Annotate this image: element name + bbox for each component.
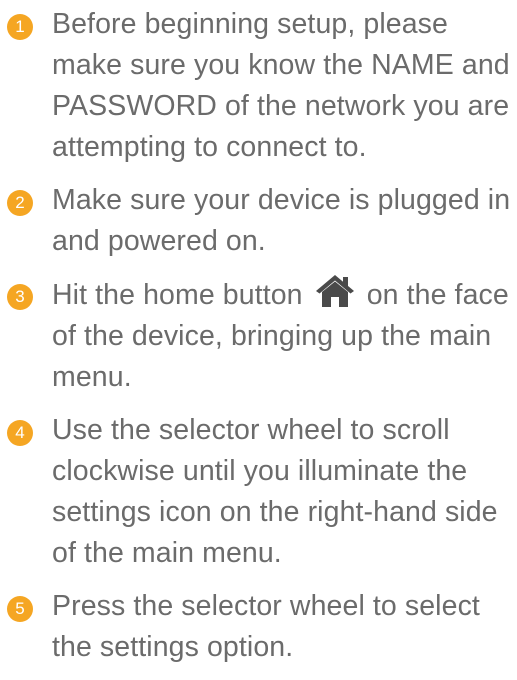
step-5: 5 Press the selector wheel to select the…	[0, 586, 517, 668]
step-4: 4 Use the selector wheel to scroll clock…	[0, 410, 517, 574]
step-number-badge: 2	[7, 190, 33, 216]
step-number-badge: 1	[7, 14, 33, 40]
step-text: Use the selector wheel to scroll clockwi…	[52, 414, 498, 569]
step-text: Press the selector wheel to select the s…	[52, 590, 480, 663]
step-number-badge: 5	[7, 596, 33, 622]
setup-steps-list: 1 Before beginning setup, please make su…	[0, 4, 517, 680]
step-2: 2 Make sure your device is plugged in an…	[0, 180, 517, 262]
step-3: 3 Hit the home button on the face of the…	[0, 274, 517, 398]
step-text-before-icon: Hit the home button	[52, 279, 303, 311]
step-text: Make sure your device is plugged in and …	[52, 184, 511, 257]
step-number-badge: 3	[7, 284, 33, 310]
home-icon	[315, 274, 355, 308]
step-1: 1 Before beginning setup, please make su…	[0, 4, 517, 168]
step-text: Before beginning setup, please make sure…	[52, 8, 510, 163]
step-number-badge: 4	[7, 420, 33, 446]
